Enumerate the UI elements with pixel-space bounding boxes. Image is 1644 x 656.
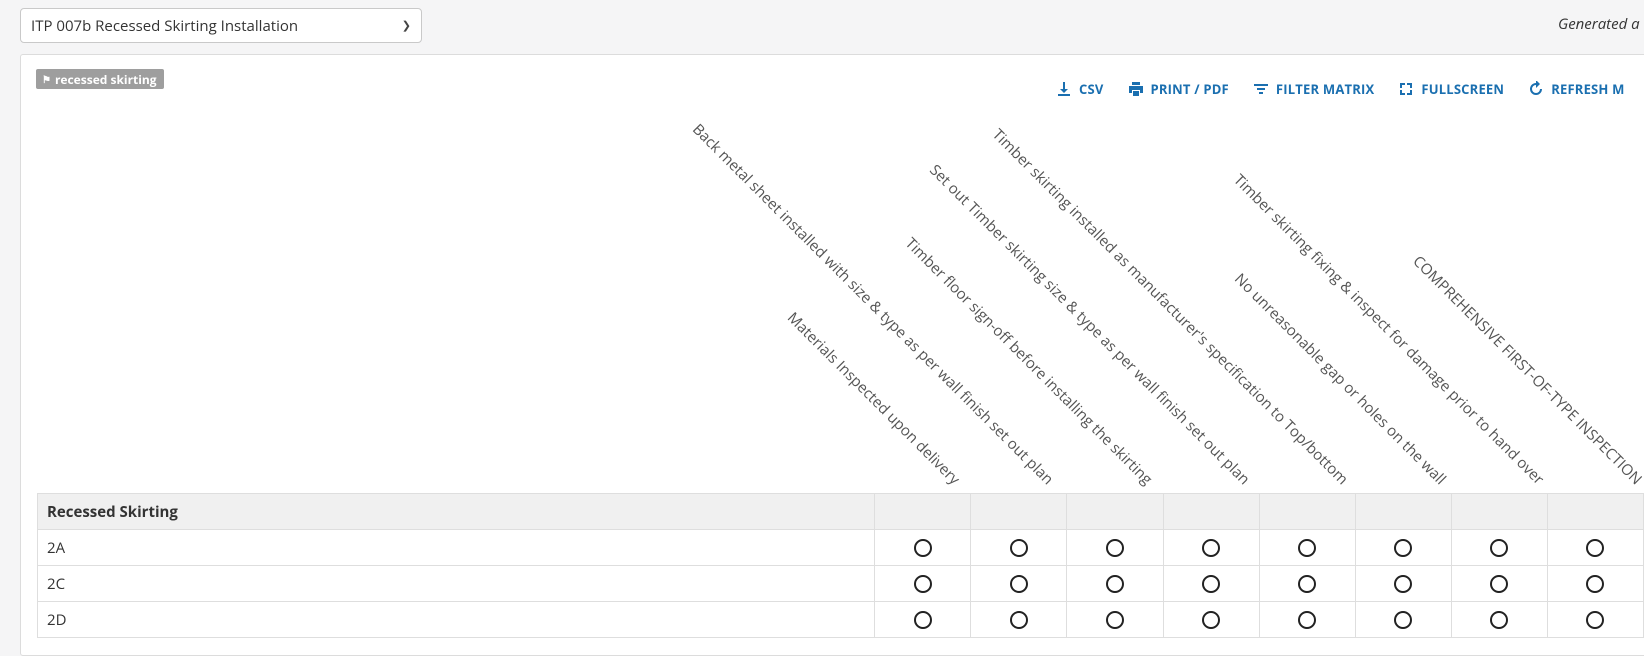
- itp-selector[interactable]: ITP 007b Recessed Skirting Installation …: [20, 8, 422, 43]
- table-row: 2D: [36, 601, 1644, 638]
- refresh-label: REFRESH M: [1551, 80, 1625, 98]
- status-circle-icon[interactable]: [1586, 539, 1605, 558]
- status-circle-icon[interactable]: [1490, 539, 1509, 558]
- status-circle-icon[interactable]: [1490, 575, 1509, 594]
- group-row: Recessed Skirting: [36, 493, 1644, 530]
- status-circle-icon[interactable]: [1105, 539, 1124, 558]
- group-label: Recessed Skirting: [36, 493, 876, 530]
- fullscreen-button[interactable]: FULLSCREEN: [1398, 80, 1504, 98]
- status-circle-icon[interactable]: [1298, 575, 1317, 594]
- filter-matrix-button[interactable]: FILTER MATRIX: [1253, 80, 1374, 98]
- status-circle-icon[interactable]: [1394, 575, 1413, 594]
- table-row: 2C: [36, 565, 1644, 602]
- filter-icon: [1253, 84, 1268, 94]
- printer-icon: [1128, 82, 1143, 96]
- itp-selector-value: ITP 007b Recessed Skirting Installation: [31, 15, 299, 36]
- status-circle-icon[interactable]: [1105, 611, 1124, 630]
- status-circle-icon[interactable]: [1586, 575, 1605, 594]
- status-circle-icon[interactable]: [1298, 539, 1317, 558]
- fullscreen-icon: [1400, 83, 1413, 95]
- row-label: 2D: [36, 601, 876, 638]
- row-label: 2C: [36, 565, 876, 602]
- status-circle-icon[interactable]: [913, 575, 932, 594]
- status-circle-icon[interactable]: [1009, 539, 1028, 558]
- status-circle-icon[interactable]: [1298, 611, 1317, 630]
- generated-text: Generated a: [1558, 14, 1640, 34]
- csv-button[interactable]: CSV: [1056, 80, 1104, 98]
- status-circle-icon[interactable]: [1394, 611, 1413, 630]
- status-circle-icon[interactable]: [1105, 575, 1124, 594]
- itp-matrix-table: Recessed Skirting 2A 2C 2D: [36, 493, 1644, 638]
- table-row: 2A: [36, 529, 1644, 566]
- status-circle-icon[interactable]: [1394, 539, 1413, 558]
- tag-badge[interactable]: ⚑ recessed skirting: [36, 69, 164, 89]
- status-circle-icon[interactable]: [1202, 539, 1221, 558]
- print-pdf-button[interactable]: PRINT / PDF: [1128, 80, 1229, 98]
- status-circle-icon[interactable]: [1586, 611, 1605, 630]
- csv-label: CSV: [1079, 80, 1104, 98]
- chevron-down-icon: ❯: [401, 18, 411, 33]
- status-circle-icon[interactable]: [1202, 575, 1221, 594]
- status-circle-icon[interactable]: [1490, 611, 1509, 630]
- refresh-button[interactable]: REFRESH M: [1528, 80, 1624, 98]
- matrix-toolbar: CSV PRINT / PDF FILTER MATRIX FULLSCREEN…: [1056, 78, 1644, 100]
- print-pdf-label: PRINT / PDF: [1150, 80, 1229, 98]
- tag-label: recessed skirting: [54, 70, 157, 88]
- status-circle-icon[interactable]: [913, 611, 932, 630]
- download-icon: [1058, 82, 1070, 96]
- status-circle-icon[interactable]: [913, 539, 932, 558]
- refresh-icon: [1530, 81, 1543, 95]
- tag-icon: ⚑: [42, 72, 51, 86]
- filter-matrix-label: FILTER MATRIX: [1275, 80, 1375, 98]
- status-circle-icon[interactable]: [1202, 611, 1221, 630]
- fullscreen-label: FULLSCREEN: [1421, 80, 1505, 98]
- row-label: 2A: [36, 529, 876, 566]
- status-circle-icon[interactable]: [1009, 575, 1028, 594]
- status-circle-icon[interactable]: [1009, 611, 1028, 630]
